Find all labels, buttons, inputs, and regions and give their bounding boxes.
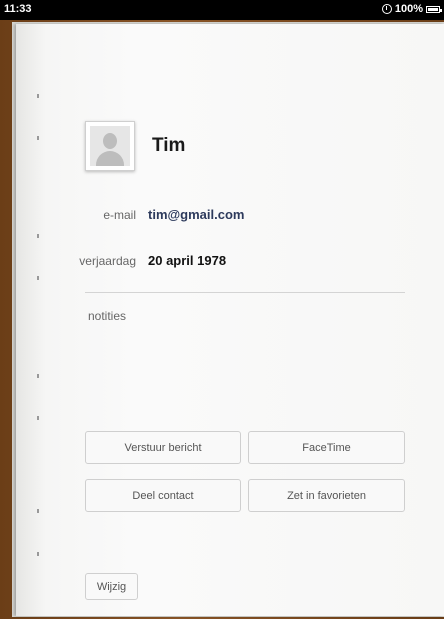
- contact-page: [16, 24, 444, 616]
- notes-label: notities: [88, 309, 127, 323]
- contact-avatar[interactable]: [85, 121, 135, 171]
- send-message-button[interactable]: Verstuur bericht: [85, 431, 241, 464]
- divider: [85, 292, 405, 293]
- spine-mark: [37, 136, 39, 140]
- edit-button[interactable]: Wijzig: [85, 573, 138, 600]
- spine-mark: [37, 276, 39, 280]
- contact-name: Tim: [152, 135, 186, 156]
- spine-mark: [37, 234, 39, 238]
- spine-mark: [37, 416, 39, 420]
- status-bar: 11:33 100%: [0, 0, 444, 20]
- birthday-value: 20 april 1978: [148, 253, 227, 268]
- spine-mark: [37, 374, 39, 378]
- email-value[interactable]: tim@gmail.com: [148, 207, 244, 222]
- share-contact-button[interactable]: Deel contact: [85, 479, 241, 512]
- rotation-lock-icon: [381, 4, 392, 14]
- battery-icon: [426, 5, 442, 13]
- spine-mark: [37, 509, 39, 513]
- spine-mark: [37, 94, 39, 98]
- facetime-button[interactable]: FaceTime: [248, 431, 405, 464]
- add-to-favorites-button[interactable]: Zet in favorieten: [248, 479, 405, 512]
- person-placeholder-icon: [90, 126, 130, 166]
- status-indicators: 100%: [381, 3, 442, 15]
- email-label: e-mail: [103, 208, 136, 222]
- birthday-label: verjaardag: [79, 254, 136, 268]
- battery-percent: 100%: [394, 3, 423, 15]
- spine-mark: [37, 552, 39, 556]
- status-time: 11:33: [4, 3, 32, 15]
